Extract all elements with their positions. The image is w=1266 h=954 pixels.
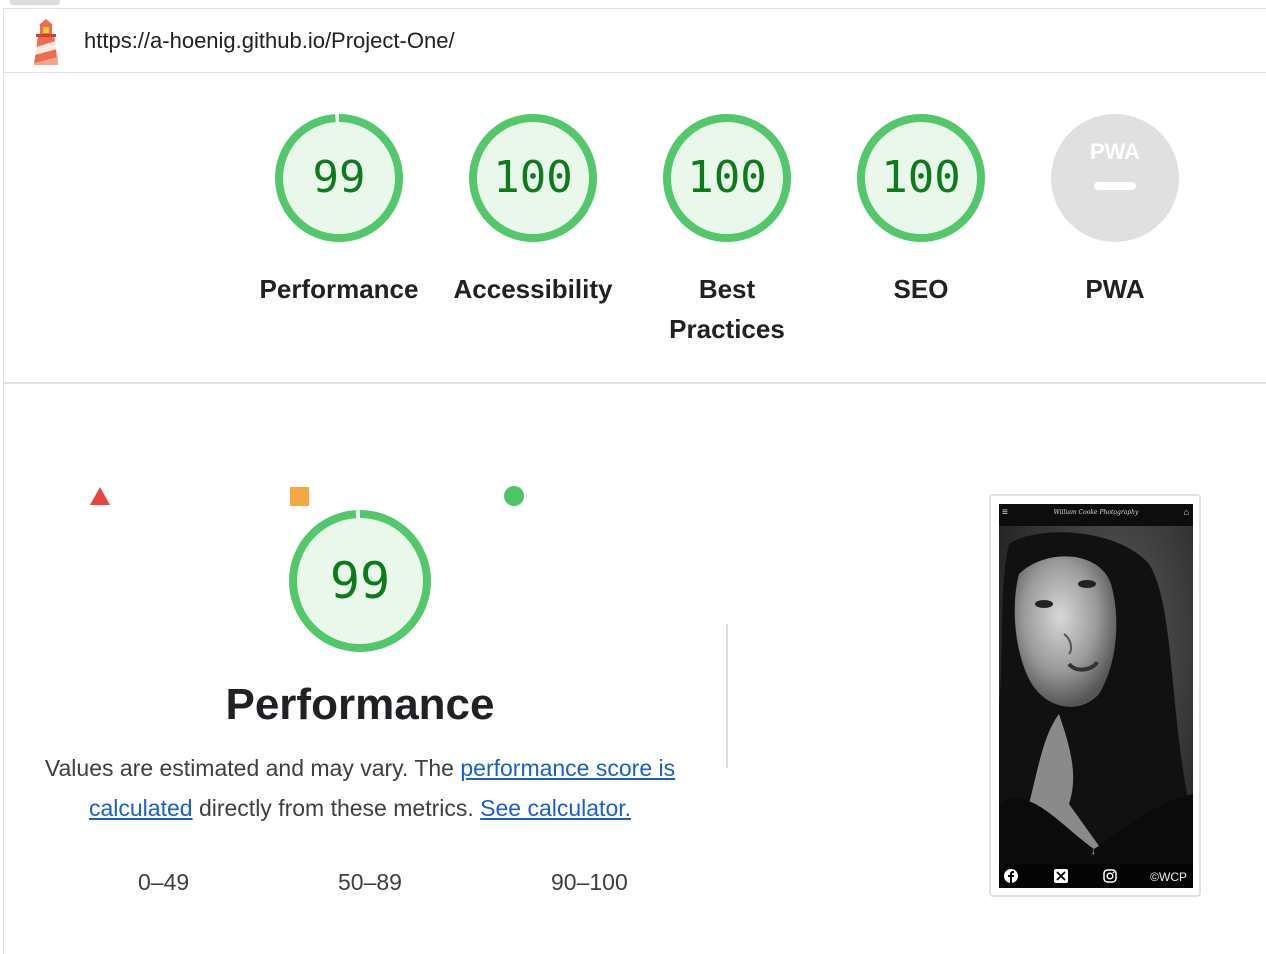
gauge-performance[interactable]: 99 Performance xyxy=(244,113,434,309)
report-topbar: https://a-hoenig.github.io/Project-One/ xyxy=(4,9,1266,73)
screenshot-image: ≡ William Cooke Photography ⌂ ↓ ©WCP xyxy=(999,504,1193,888)
facebook-icon xyxy=(1004,869,1018,883)
x-icon xyxy=(1054,869,1068,883)
score-gauge-circle: 99 xyxy=(274,113,404,243)
gauge-best-practices[interactable]: 100 Best Practices xyxy=(632,113,822,349)
legend-average: 50–89 xyxy=(338,869,402,895)
score-value: 99 xyxy=(312,152,366,203)
arrow-down-icon: ↓ xyxy=(1091,846,1096,856)
pass-circle-icon xyxy=(504,486,524,506)
gauge-accessibility[interactable]: 100 Accessibility xyxy=(438,113,628,309)
score-gauge-circle: 100 xyxy=(662,113,792,243)
site-footer: ©WCP xyxy=(999,864,1193,888)
pwa-badge-circle: PWA xyxy=(1050,113,1180,243)
performance-description: Values are estimated and may vary. The p… xyxy=(30,748,690,828)
legend-fail: 0–49 xyxy=(138,869,190,895)
gauge-label: Best Practices xyxy=(669,274,785,344)
final-screenshot[interactable]: ≡ William Cooke Photography ⌂ ↓ ©WCP xyxy=(989,494,1201,897)
legend-pass: 90–100 xyxy=(551,869,628,895)
score-gauge-circle: 100 xyxy=(856,113,986,243)
gauge-label: SEO xyxy=(893,274,949,304)
lighthouse-icon xyxy=(34,19,58,65)
report-url[interactable]: https://a-hoenig.github.io/Project-One/ xyxy=(84,28,455,54)
score-value: 100 xyxy=(687,152,767,203)
score-gauges: 99 Performance 100 Accessibility 100 Bes… xyxy=(0,73,1266,383)
performance-section: 99 Performance Values are estimated and … xyxy=(0,384,1266,954)
performance-title: Performance xyxy=(225,680,495,729)
gauge-pwa[interactable]: PWA PWA xyxy=(1020,113,1210,309)
site-brand: William Cooke Photography xyxy=(1053,509,1139,516)
score-value: 100 xyxy=(881,152,961,203)
site-copyright: ©WCP xyxy=(1150,870,1187,884)
tab-stub xyxy=(10,0,60,5)
desc-text: directly from these metrics. xyxy=(192,795,481,821)
home-icon: ⌂ xyxy=(1183,507,1189,517)
vertical-divider xyxy=(726,624,728,768)
pwa-badge-icon: PWA xyxy=(1051,114,1179,242)
score-gauge-circle: 100 xyxy=(468,113,598,243)
site-header: ≡ William Cooke Photography ⌂ xyxy=(999,504,1193,526)
performance-score-value: 99 xyxy=(329,552,391,610)
see-calculator-link[interactable]: See calculator. xyxy=(480,795,631,821)
fail-triangle-icon xyxy=(90,487,110,505)
score-legend: 0–49 50–89 90–100 xyxy=(0,486,720,902)
average-square-icon xyxy=(290,487,309,506)
svg-text:PWA: PWA xyxy=(1090,139,1140,164)
desc-text: Values are estimated and may vary. The xyxy=(44,755,461,781)
gauge-label: PWA xyxy=(1085,274,1145,304)
instagram-icon xyxy=(1103,869,1117,883)
gauge-seo[interactable]: 100 SEO xyxy=(826,113,1016,309)
gauge-label: Performance xyxy=(259,274,419,304)
gauge-label: Accessibility xyxy=(453,274,613,304)
portrait-photo xyxy=(999,504,1193,888)
score-value: 100 xyxy=(493,152,573,203)
performance-score-gauge: 99 xyxy=(287,508,433,654)
